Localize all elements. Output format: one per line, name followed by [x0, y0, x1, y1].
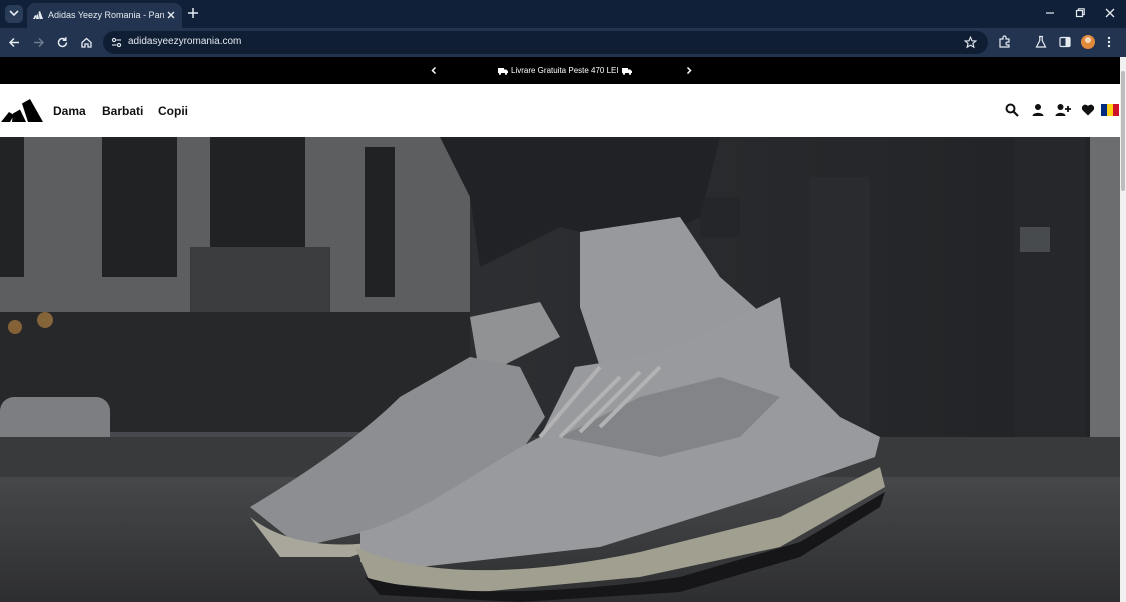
minimize-icon[interactable] [1044, 7, 1056, 19]
browser-toolbar: adidasyeezyromania.com [0, 28, 1126, 57]
chevron-down-icon [9, 10, 19, 17]
nav-link-barbati[interactable]: Barbati [102, 104, 143, 118]
extensions-icon[interactable] [998, 35, 1012, 49]
home-icon[interactable] [80, 36, 93, 49]
browser-tab-active[interactable]: Adidas Yeezy Romania - Pantofi [27, 3, 182, 28]
url-text: adidasyeezyromania.com [128, 36, 242, 47]
chevron-right-icon[interactable] [685, 66, 693, 75]
side-panel-icon[interactable] [1058, 35, 1072, 49]
nav-link-copii[interactable]: Copii [158, 104, 188, 118]
page-scrollbar[interactable] [1120, 57, 1126, 602]
sneaker-hero-illustration [0, 137, 1120, 602]
address-bar[interactable]: adidasyeezyromania.com [103, 31, 988, 54]
promo-text: Livrare Gratuita Peste 470 LEI [511, 66, 619, 75]
page-viewport: Livrare Gratuita Peste 470 LEI Dama Barb… [0, 57, 1126, 602]
back-arrow-icon[interactable] [8, 36, 21, 49]
nav-link-dama[interactable]: Dama [53, 104, 86, 118]
chevron-left-icon[interactable] [430, 66, 438, 75]
user-plus-icon[interactable] [1055, 103, 1071, 117]
romania-flag-icon[interactable] [1101, 104, 1119, 116]
adidas-favicon-icon [33, 11, 43, 19]
truck-icon [498, 67, 508, 75]
bookmark-star-icon[interactable] [964, 36, 977, 49]
more-menu-icon[interactable] [1107, 36, 1111, 48]
promo-bar: Livrare Gratuita Peste 470 LEI [0, 57, 1120, 84]
adidas-logo[interactable] [1, 98, 43, 122]
user-icon[interactable] [1031, 103, 1045, 117]
scrollbar-thumb[interactable] [1121, 71, 1125, 191]
restore-icon[interactable] [1074, 7, 1086, 19]
site-header: Dama Barbati Copii [0, 84, 1120, 137]
lab-flask-icon[interactable] [1034, 35, 1048, 49]
tab-search-button[interactable] [5, 5, 23, 23]
window-close-icon[interactable] [1104, 7, 1116, 19]
search-icon[interactable] [1005, 103, 1019, 117]
browser-tab-bar: Adidas Yeezy Romania - Pantofi [0, 0, 1126, 28]
reload-icon[interactable] [56, 36, 69, 49]
forward-arrow-icon[interactable] [32, 36, 45, 49]
profile-avatar[interactable] [1081, 35, 1095, 49]
hero-banner-image [0, 137, 1120, 602]
close-icon[interactable] [165, 9, 177, 21]
site-info-icon[interactable] [111, 37, 122, 48]
heart-icon[interactable] [1081, 103, 1095, 117]
tab-title: Adidas Yeezy Romania - Pantofi [48, 10, 164, 20]
new-tab-icon[interactable] [187, 7, 199, 19]
truck-icon [621, 67, 632, 75]
promo-message: Livrare Gratuita Peste 470 LEI [498, 66, 632, 75]
